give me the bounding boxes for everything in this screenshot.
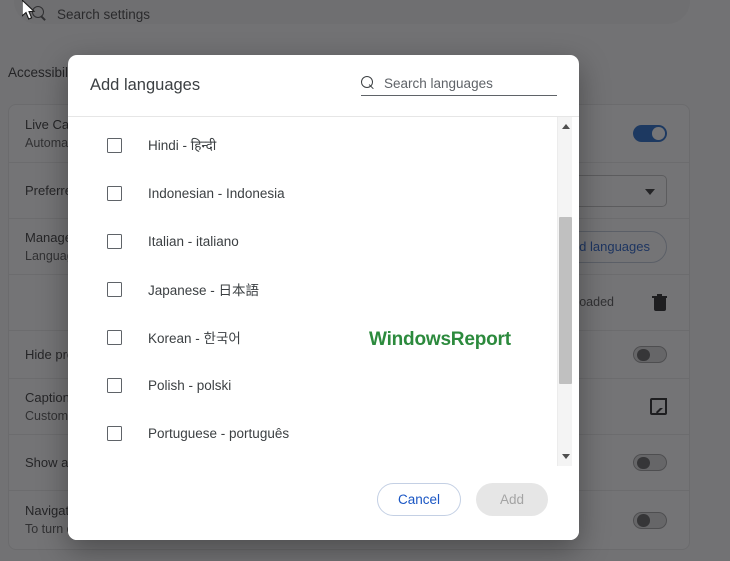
list-item[interactable]: Portuguese - português [68, 409, 579, 457]
scrollbar-thumb[interactable] [559, 217, 572, 384]
language-search-placeholder: Search languages [384, 76, 493, 91]
language-list-scrollbar[interactable] [557, 117, 572, 466]
language-list: Hindi - हिन्दी Indonesian - Indonesia It… [68, 117, 579, 466]
language-label: Polish - polski [148, 377, 232, 393]
list-item[interactable]: Indonesian - Indonesia [68, 169, 579, 217]
dialog-header: Add languages Search languages [68, 55, 579, 117]
cancel-button[interactable]: Cancel [376, 482, 461, 516]
language-checkbox[interactable] [107, 425, 122, 441]
list-item[interactable]: Hindi - हिन्दी [68, 121, 579, 169]
list-item[interactable]: Korean - 한국어 [68, 313, 579, 361]
list-item[interactable]: Polish - polski [68, 361, 579, 409]
dialog-title: Add languages [90, 76, 201, 94]
list-item[interactable]: Japanese - 日本語 [68, 265, 579, 313]
chevron-down-icon [561, 454, 570, 459]
language-search-field[interactable]: Search languages [361, 75, 557, 96]
add-button: Add [476, 482, 548, 516]
language-checkbox[interactable] [107, 377, 122, 393]
list-item[interactable]: Italian - italiano [68, 217, 579, 265]
language-checkbox[interactable] [107, 233, 122, 249]
scroll-down-arrow[interactable] [558, 449, 573, 464]
dialog-footer: Cancel Add [68, 466, 579, 540]
language-checkbox[interactable] [107, 137, 122, 153]
add-languages-dialog: Add languages Search languages Hindi - ह… [68, 55, 579, 540]
language-checkbox[interactable] [107, 329, 122, 345]
scroll-up-arrow[interactable] [558, 119, 573, 134]
language-label: Japanese - 日本語 [148, 283, 260, 298]
language-label: Hindi - हिन्दी [148, 138, 217, 153]
language-checkbox[interactable] [107, 185, 122, 201]
language-label: Indonesian - Indonesia [148, 185, 285, 201]
list-item[interactable]: Spanish - español [68, 457, 579, 466]
language-label: Portuguese - português [148, 425, 290, 441]
language-label: Korean - 한국어 [148, 331, 241, 346]
chevron-up-icon [561, 124, 570, 129]
search-icon [361, 75, 375, 90]
language-checkbox[interactable] [107, 281, 122, 297]
language-list-container: Hindi - हिन्दी Indonesian - Indonesia It… [68, 117, 579, 466]
language-label: Italian - italiano [148, 233, 239, 249]
